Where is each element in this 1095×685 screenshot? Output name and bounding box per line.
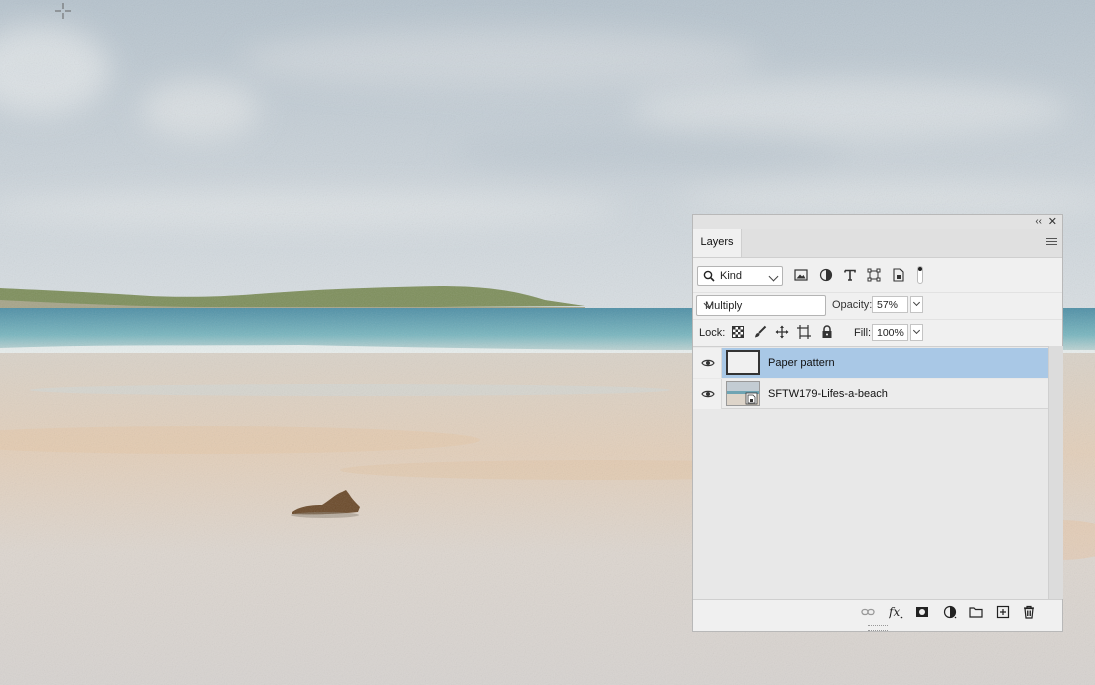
eye-icon [701, 390, 715, 398]
delete-layer-icon[interactable] [1022, 605, 1036, 619]
opacity-dropdown-button[interactable] [910, 296, 923, 313]
kind-filter-label: Kind [720, 270, 743, 282]
opacity-label: Opacity: [832, 299, 873, 311]
layer-name[interactable]: SFTW179-Lifes-a-beach [768, 388, 888, 400]
lock-all-icon[interactable] [820, 325, 834, 339]
panel-menu-icon[interactable] [1046, 238, 1057, 247]
resize-grip[interactable] [868, 625, 888, 631]
search-icon [703, 270, 715, 282]
blend-mode-select[interactable]: Multiply [696, 295, 826, 316]
panel-title-bar[interactable]: ‹‹ ✕ [693, 215, 1062, 230]
layer-mask-icon[interactable] [915, 605, 929, 619]
layer-thumbnail [726, 350, 760, 375]
layer-name[interactable]: Paper pattern [768, 357, 835, 369]
filter-toggle-switch[interactable] [917, 266, 923, 284]
blend-row: Multiply Opacity: 57% [693, 292, 1062, 319]
lock-artboard-icon[interactable] [797, 325, 811, 339]
chevron-down-icon [912, 298, 921, 307]
link-layers-icon[interactable] [861, 605, 875, 619]
smart-object-filter-icon[interactable] [891, 268, 905, 282]
chevron-down-icon [768, 271, 779, 282]
lock-row: Lock: Fill: 100% [693, 319, 1062, 346]
lock-transparent-pixels-icon[interactable] [731, 325, 745, 339]
adjustment-layer-icon[interactable] [943, 605, 957, 619]
kind-filter-select[interactable]: Kind [697, 266, 783, 286]
fx-icon[interactable]: fx [889, 605, 903, 619]
fill-input[interactable]: 100% [872, 324, 908, 341]
visibility-toggle[interactable] [693, 348, 722, 378]
new-group-icon[interactable] [969, 605, 983, 619]
tab-layers[interactable]: Layers [693, 229, 742, 257]
fill-label: Fill: [854, 327, 872, 339]
lock-image-pixels-icon[interactable] [753, 325, 767, 339]
close-panel-icon[interactable]: ✕ [1048, 215, 1057, 228]
opacity-input[interactable]: 57% [872, 296, 908, 313]
layers-list: Paper pattern SFTW179-Lifes-a-beach [693, 346, 1048, 600]
lock-position-icon[interactable] [775, 325, 789, 339]
type-filter-icon[interactable] [843, 268, 857, 282]
adjustment-filter-icon[interactable] [819, 268, 833, 282]
crosshair-cursor-icon [55, 3, 71, 19]
svg-text:fx: fx [889, 605, 900, 619]
panel-tab-row: Layers [693, 229, 1062, 258]
eye-icon [701, 359, 715, 367]
layers-scrollbar[interactable] [1048, 346, 1063, 599]
collapse-panel-icon[interactable]: ‹‹ [1035, 216, 1042, 227]
layers-panel: ‹‹ ✕ Layers Kind Multiply Opacity: 57% L… [692, 214, 1063, 632]
panel-footer: fx [693, 599, 1062, 624]
layer-filter-row: Kind [693, 262, 1062, 290]
new-layer-icon[interactable] [996, 605, 1010, 619]
fill-dropdown-button[interactable] [910, 324, 923, 341]
layer-row-paper-pattern[interactable]: Paper pattern [693, 348, 1048, 378]
visibility-toggle[interactable] [693, 379, 722, 409]
image-filter-icon[interactable] [794, 268, 808, 282]
layer-row-beach[interactable]: SFTW179-Lifes-a-beach [693, 379, 1048, 409]
chevron-down-icon [912, 326, 921, 335]
layer-thumbnail [726, 381, 760, 406]
lock-label: Lock: [699, 327, 726, 339]
shape-filter-icon[interactable] [867, 268, 881, 282]
